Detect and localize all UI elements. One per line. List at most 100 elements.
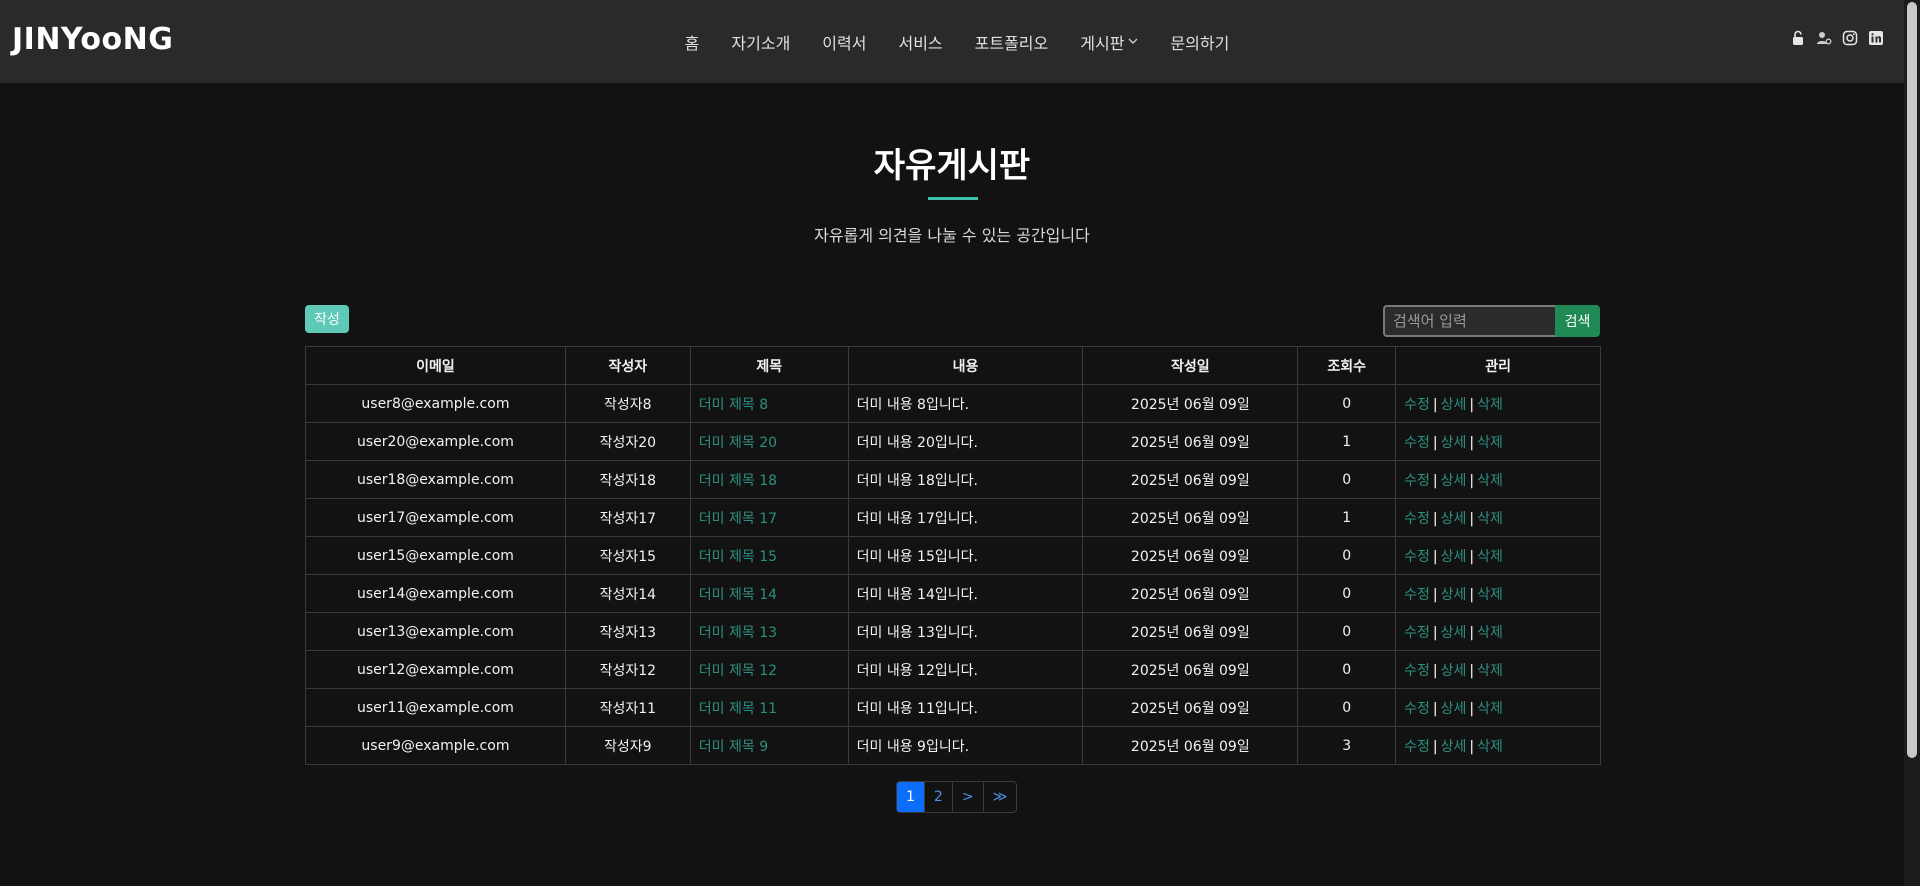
post-title-link[interactable]: 더미 제목 14 [699, 587, 777, 603]
search-button[interactable]: 검색 [1555, 305, 1600, 337]
manage-cell: 수정 | 상세 | 삭제 [1395, 650, 1601, 689]
detail-link[interactable]: 상세 [1441, 701, 1467, 717]
nav-label: 서비스 [898, 33, 943, 53]
detail-link[interactable]: 상세 [1441, 397, 1467, 413]
date-cell: 2025년 06월 09일 [1082, 422, 1299, 461]
action-separator: | [1469, 434, 1475, 451]
action-separator: | [1469, 586, 1475, 603]
top-navbar: JINYooNG 홈 자기소개 이력서 서비스 포트폴리오 게시판 문의하기 [0, 0, 1904, 83]
views-cell: 0 [1297, 650, 1397, 689]
title-cell: 더미 제목 20 [689, 422, 849, 461]
detail-link[interactable]: 상세 [1441, 587, 1467, 603]
table-row: user8@example.com 작성자8 더미 제목 8 더미 내용 8입니다. 2… [305, 384, 1601, 423]
detail-link[interactable]: 상세 [1441, 625, 1467, 641]
instagram-icon[interactable] [1842, 30, 1858, 46]
column-header-views: 조회수 [1297, 346, 1397, 385]
date-cell: 2025년 06월 09일 [1082, 460, 1299, 499]
pagination: 1 2 > ≫ [896, 781, 1018, 813]
page-subtitle: 자유롭게 의견을 나눌 수 있는 공간입니다 [814, 226, 1090, 245]
delete-link[interactable]: 삭제 [1477, 549, 1503, 565]
post-title-link[interactable]: 더미 제목 9 [699, 739, 768, 755]
edit-link[interactable]: 수정 [1404, 549, 1430, 565]
manage-cell: 수정 | 상세 | 삭제 [1395, 460, 1601, 499]
author-cell: 작성자20 [564, 422, 691, 461]
column-header-manage: 관리 [1395, 346, 1601, 385]
edit-link[interactable]: 수정 [1404, 739, 1430, 755]
column-header-content: 내용 [847, 346, 1084, 385]
nav-item-about[interactable]: 자기소개 [715, 30, 806, 54]
detail-link[interactable]: 상세 [1441, 435, 1467, 451]
edit-link[interactable]: 수정 [1404, 435, 1430, 451]
delete-link[interactable]: 삭제 [1477, 663, 1503, 679]
delete-link[interactable]: 삭제 [1477, 473, 1503, 489]
scrollbar[interactable] [1904, 0, 1920, 886]
content-cell: 더미 내용 8입니다. [847, 384, 1084, 423]
detail-link[interactable]: 상세 [1441, 549, 1467, 565]
delete-link[interactable]: 삭제 [1477, 397, 1503, 413]
nav-label: 자기소개 [731, 33, 791, 53]
author-cell: 작성자14 [564, 574, 691, 613]
search-input[interactable] [1383, 305, 1555, 337]
detail-link[interactable]: 상세 [1441, 511, 1467, 527]
delete-link[interactable]: 삭제 [1477, 587, 1503, 603]
post-title-link[interactable]: 더미 제목 8 [699, 397, 768, 413]
title-cell: 더미 제목 11 [689, 688, 849, 727]
delete-link[interactable]: 삭제 [1477, 511, 1503, 527]
post-title-link[interactable]: 더미 제목 12 [699, 663, 777, 679]
delete-link[interactable]: 삭제 [1477, 739, 1503, 755]
detail-link[interactable]: 상세 [1441, 473, 1467, 489]
search-form: 검색 [1383, 305, 1600, 337]
nav-label: 게시판 [1080, 33, 1125, 53]
nav-item-home[interactable]: 홈 [669, 30, 716, 54]
content-cell: 더미 내용 9입니다. [847, 726, 1084, 765]
author-cell: 작성자9 [564, 726, 691, 765]
edit-link[interactable]: 수정 [1404, 663, 1430, 679]
header-icon-group [1790, 30, 1884, 46]
delete-link[interactable]: 삭제 [1477, 435, 1503, 451]
last-page-button[interactable]: ≫ [982, 782, 1017, 812]
delete-link[interactable]: 삭제 [1477, 625, 1503, 641]
post-title-link[interactable]: 더미 제목 18 [699, 473, 777, 489]
page-1-button[interactable]: 1 [897, 782, 924, 812]
post-title-link[interactable]: 더미 제목 15 [699, 549, 777, 565]
main-nav: 홈 자기소개 이력서 서비스 포트폴리오 게시판 문의하기 [0, 0, 1904, 83]
write-button[interactable]: 작성 [305, 305, 349, 333]
edit-link[interactable]: 수정 [1404, 473, 1430, 489]
nav-item-board[interactable]: 게시판 [1064, 30, 1154, 54]
nav-item-resume[interactable]: 이력서 [806, 30, 882, 54]
detail-link[interactable]: 상세 [1441, 739, 1467, 755]
post-title-link[interactable]: 더미 제목 13 [699, 625, 777, 641]
edit-link[interactable]: 수정 [1404, 701, 1430, 717]
content-cell: 더미 내용 20입니다. [847, 422, 1084, 461]
edit-link[interactable]: 수정 [1404, 625, 1430, 641]
edit-link[interactable]: 수정 [1404, 511, 1430, 527]
title-cell: 더미 제목 13 [689, 612, 849, 651]
title-cell: 더미 제목 8 [689, 384, 849, 423]
edit-link[interactable]: 수정 [1404, 587, 1430, 603]
author-cell: 작성자8 [564, 384, 691, 423]
scrollbar-thumb[interactable] [1907, 2, 1917, 758]
date-cell: 2025년 06월 09일 [1082, 612, 1299, 651]
linkedin-icon[interactable] [1868, 30, 1884, 46]
delete-link[interactable]: 삭제 [1477, 701, 1503, 717]
post-title-link[interactable]: 더미 제목 17 [699, 511, 777, 527]
post-title-link[interactable]: 더미 제목 11 [699, 701, 777, 717]
content-cell: 더미 내용 12입니다. [847, 650, 1084, 689]
manage-cell: 수정 | 상세 | 삭제 [1395, 688, 1601, 727]
unlock-icon[interactable] [1790, 30, 1806, 46]
nav-item-portfolio[interactable]: 포트폴리오 [959, 30, 1065, 54]
column-header-author: 작성자 [564, 346, 691, 385]
page-2-button[interactable]: 2 [923, 782, 952, 812]
manage-cell: 수정 | 상세 | 삭제 [1395, 498, 1601, 537]
nav-item-services[interactable]: 서비스 [882, 30, 958, 54]
action-separator: | [1432, 434, 1438, 451]
edit-link[interactable]: 수정 [1404, 397, 1430, 413]
nav-item-contact[interactable]: 문의하기 [1154, 30, 1245, 54]
next-page-button[interactable]: > [951, 782, 983, 812]
email-cell: user13@example.com [305, 612, 566, 651]
post-title-link[interactable]: 더미 제목 20 [699, 435, 777, 451]
date-cell: 2025년 06월 09일 [1082, 574, 1299, 613]
title-cell: 더미 제목 14 [689, 574, 849, 613]
detail-link[interactable]: 상세 [1441, 663, 1467, 679]
user-gear-icon[interactable] [1816, 30, 1832, 46]
